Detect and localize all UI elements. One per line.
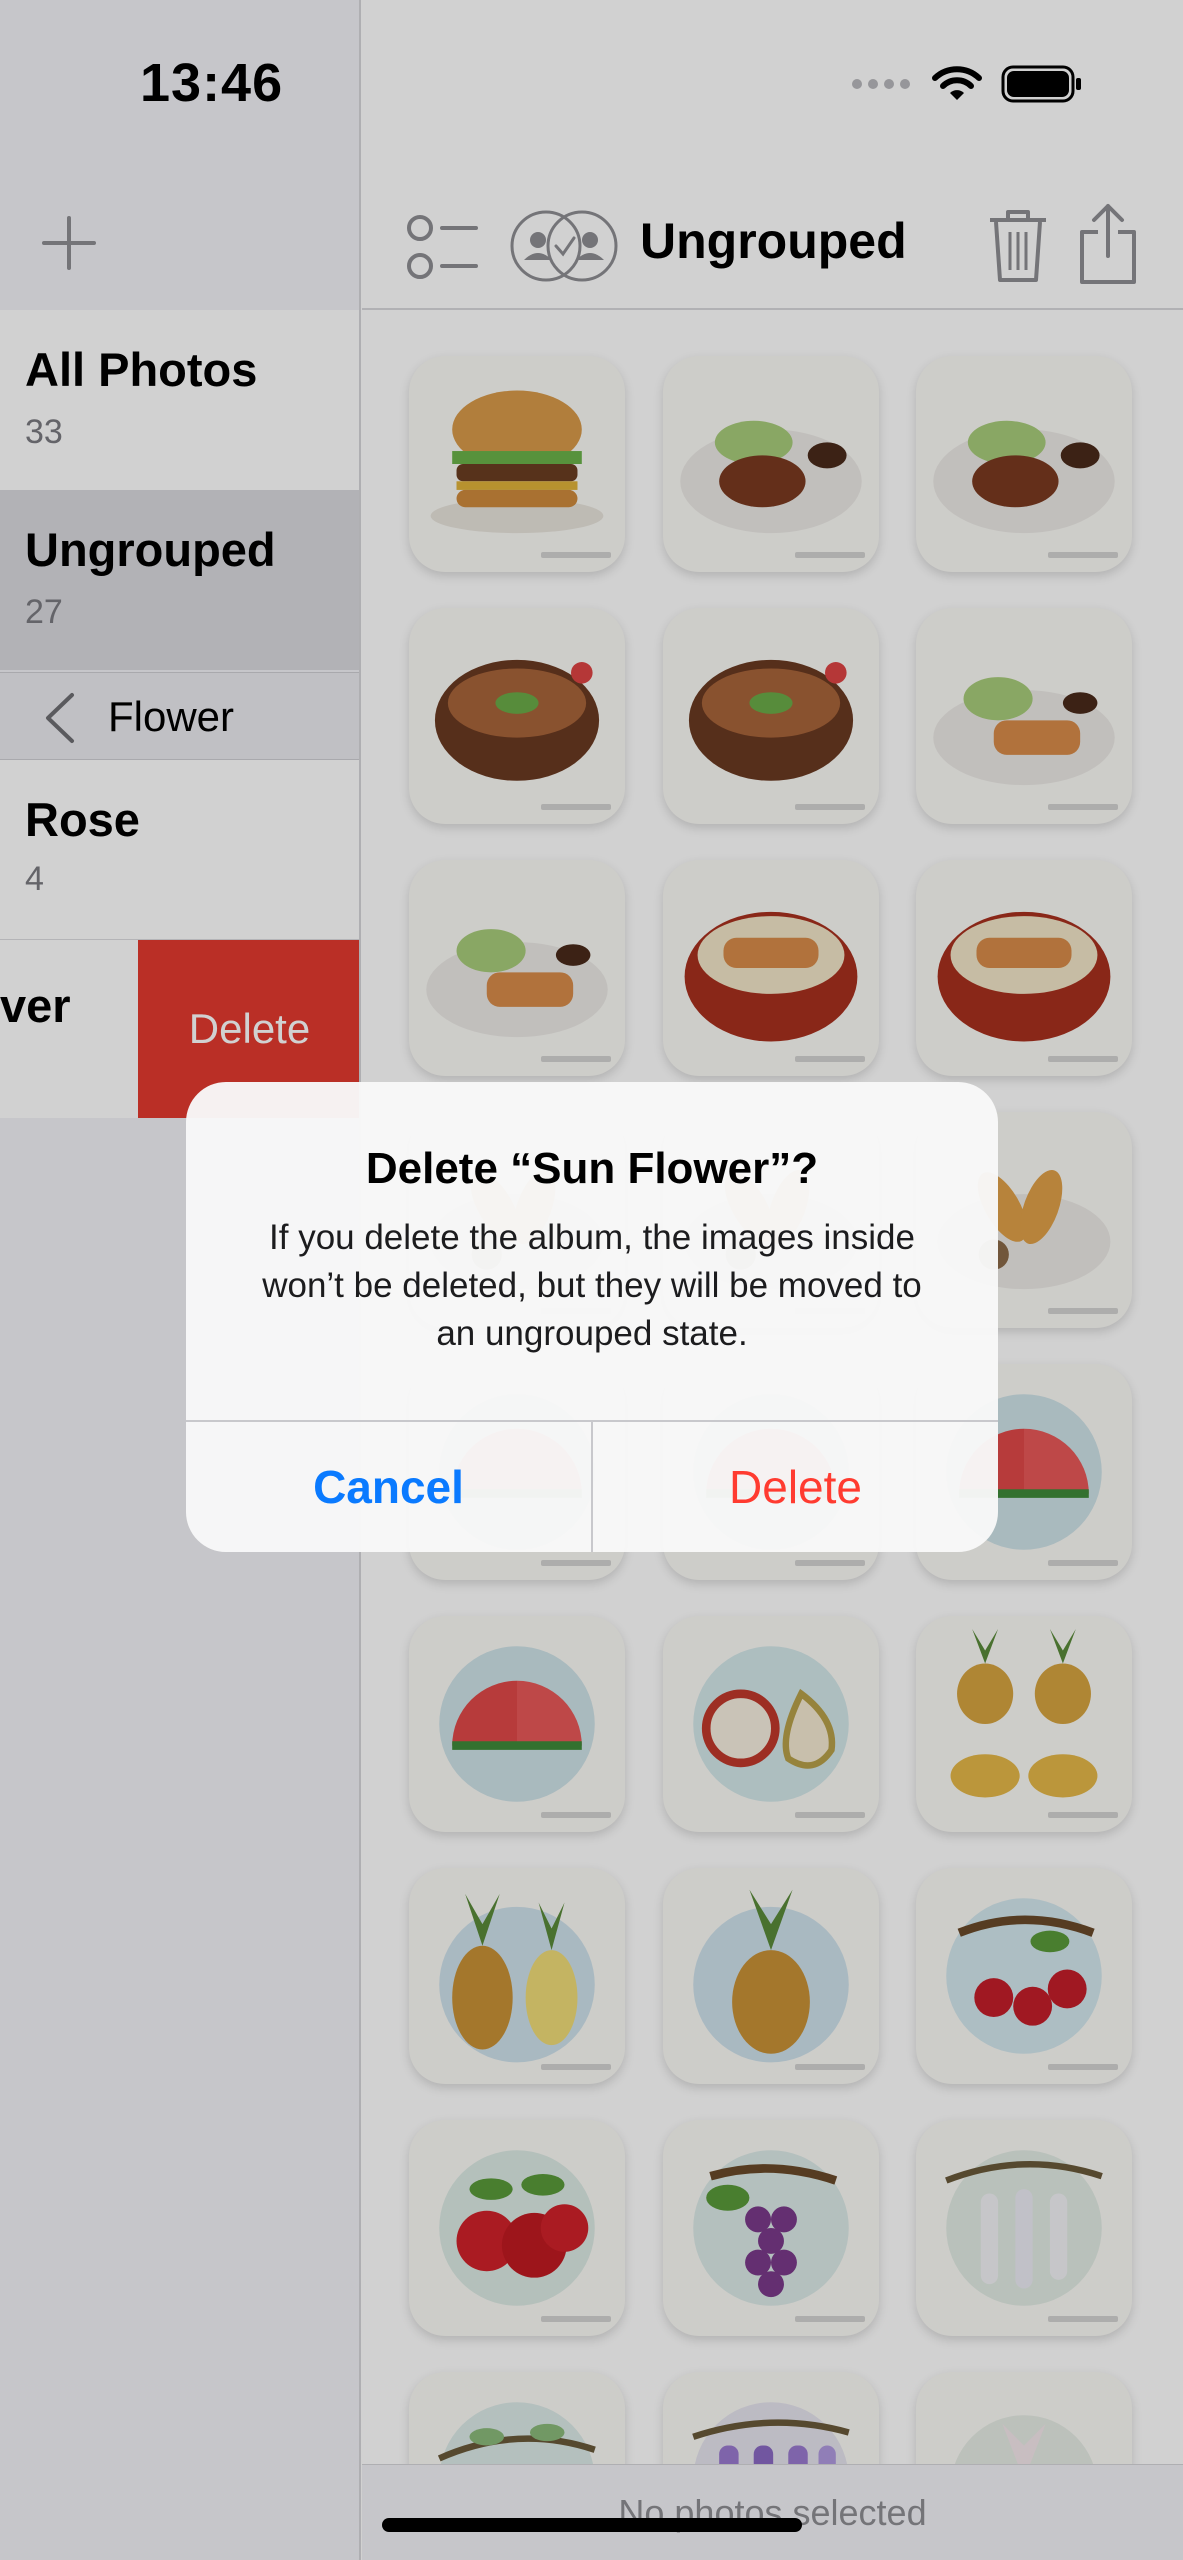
delete-button[interactable]: Delete	[593, 1422, 998, 1552]
alert-message: If you delete the album, the images insi…	[262, 1218, 922, 1353]
home-indicator	[382, 2518, 802, 2532]
alert-title: Delete “Sun Flower”?	[365, 1144, 819, 1193]
cancel-button[interactable]: Cancel	[186, 1422, 591, 1552]
delete-album-alert: Delete “Sun Flower”? If you delete the a…	[186, 1082, 998, 1552]
